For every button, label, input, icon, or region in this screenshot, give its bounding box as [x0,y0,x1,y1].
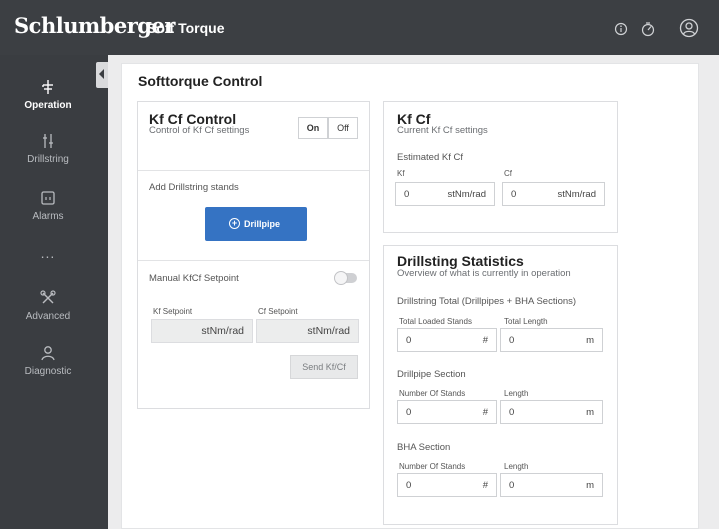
total-loaded-stands-field[interactable]: 0 # [397,328,497,352]
sidebar-item-operation[interactable]: Operation [0,78,96,111]
estimated-kf-cf-label: Estimated Kf Cf [397,152,463,163]
top-bar: Schlumberger Soft Torque [0,0,719,55]
kf-label: Kf [397,169,405,178]
total-length-label: Total Length [504,317,548,326]
send-kf-cf-button[interactable]: Send Kf/Cf [290,355,358,379]
cf-value-field[interactable]: 0 stNm/rad [502,182,605,206]
on-button[interactable]: On [298,117,328,139]
bha-section-label: BHA Section [397,442,451,453]
chevron-left-icon [99,69,104,79]
app-title: Soft Torque [147,20,225,36]
kf-value-field[interactable]: 0 stNm/rad [395,182,495,206]
sidebar-item-label: Diagnostic [24,366,72,377]
divider [138,260,369,261]
kf-setpoint-field[interactable]: stNm/rad [151,319,253,343]
sidebar-item-label: Operation [24,100,72,111]
drillpipe-section-label: Drillpipe Section [397,369,466,380]
sidebar-item-alarms[interactable]: Alarms [0,189,96,222]
bha-length-field[interactable]: 0 m [500,473,603,497]
toggle-knob [334,271,348,285]
kf-cf-control-subtitle: Control of Kf Cf settings [149,125,250,136]
statistics-title: Drillsting Statistics [397,253,524,269]
alarms-icon [39,189,57,207]
kf-cf-subtitle: Current Kf Cf settings [397,125,488,136]
sidebar-item-label: Advanced [25,311,71,322]
diagnostic-icon [39,344,57,362]
total-length-field[interactable]: 0 m [500,328,603,352]
user-icon[interactable] [679,18,699,38]
sidebar: Operation Drillstring Alarms ... Advance… [0,55,108,529]
divider [138,170,369,171]
dp-number-of-stands-field[interactable]: 0 # [397,400,497,424]
statistics-subtitle: Overview of what is currently in operati… [397,268,571,279]
info-icon[interactable] [614,22,628,36]
add-stands-label: Add Drillstring stands [149,182,239,193]
manual-setpoint-toggle[interactable] [334,271,357,285]
timer-icon[interactable] [640,21,656,37]
operation-icon [39,78,57,96]
drillstring-icon [39,132,57,150]
collapse-sidebar-button[interactable] [96,62,108,88]
off-button[interactable]: Off [328,117,358,139]
cf-setpoint-label: Cf Setpoint [258,307,298,316]
plus-circle-icon: + [229,218,240,229]
bha-length-label: Length [504,462,529,471]
tools-icon [39,289,57,307]
sidebar-item-label: Drillstring [27,154,69,165]
more-icon: ... [40,245,56,261]
add-drillpipe-button[interactable]: + Drillpipe [205,207,307,241]
page-title: Softtorque Control [138,73,263,89]
kf-setpoint-label: Kf Setpoint [153,307,193,316]
sidebar-item-label: Alarms [32,211,64,222]
cf-setpoint-field[interactable]: stNm/rad [256,319,359,343]
cf-label: Cf [504,169,512,178]
dp-length-label: Length [504,389,529,398]
dp-length-field[interactable]: 0 m [500,400,603,424]
sidebar-item-drillstring[interactable]: Drillstring [0,132,96,165]
dp-number-of-stands-label: Number Of Stands [399,389,466,398]
bha-number-of-stands-label: Number Of Stands [399,462,466,471]
total-loaded-stands-label: Total Loaded Stands [399,317,472,326]
sidebar-item-more[interactable]: ... [0,245,96,261]
manual-setpoint-label: Manual KfCf Setpoint [149,273,239,284]
sidebar-item-advanced[interactable]: Advanced [0,289,96,322]
drillstring-total-label: Drillstring Total (Drillpipes + BHA Sect… [397,296,577,307]
sidebar-item-diagnostic[interactable]: Diagnostic [0,344,96,377]
bha-number-of-stands-field[interactable]: 0 # [397,473,497,497]
